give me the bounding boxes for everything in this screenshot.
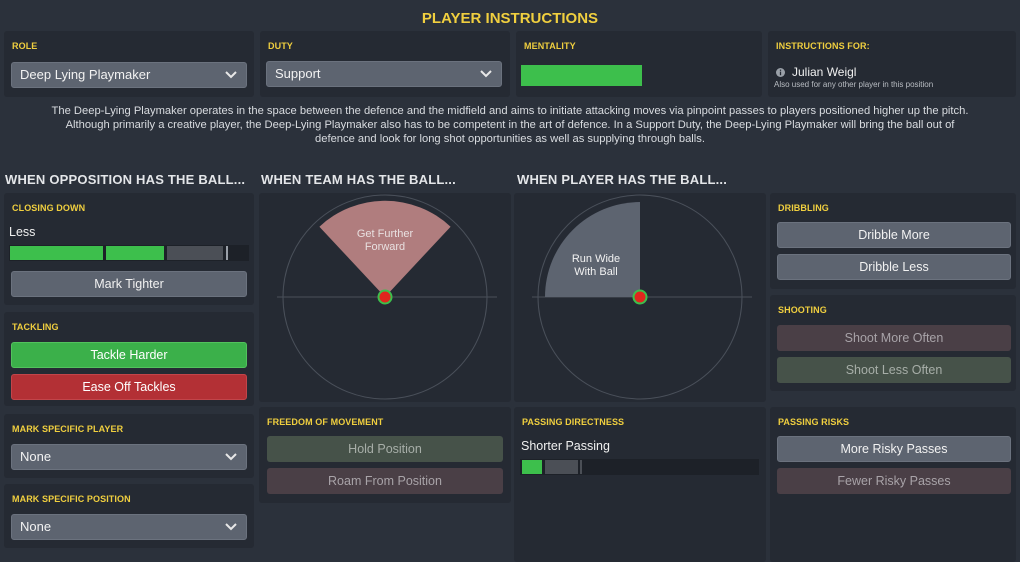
mark-player-value: None [20, 449, 52, 464]
mentality-bar-fill [521, 65, 642, 86]
mark-position-dropdown[interactable]: None [11, 514, 247, 540]
closing-down-value: Less [9, 225, 36, 239]
player-position-marker [632, 289, 648, 305]
chevron-down-icon [225, 453, 237, 461]
segment-label: Run Wide [572, 253, 620, 265]
mark-player-panel: MARK SPECIFIC PLAYER None [4, 414, 254, 478]
duty-header: DUTY [268, 41, 293, 51]
passing-directness-panel: PASSING DIRECTNESS Shorter Passing [514, 407, 766, 562]
instructions-note: Also used for any other player in this p… [774, 80, 934, 89]
role-panel: ROLE Deep Lying Playmaker [4, 31, 254, 97]
duty-value: Support [275, 66, 321, 81]
chevron-down-icon [225, 71, 237, 79]
tackling-panel: TACKLING Tackle Harder Ease Off Tackles [4, 312, 254, 406]
passing-directness-segment [522, 460, 542, 474]
passing-directness-slider[interactable] [520, 459, 759, 475]
role-value: Deep Lying Playmaker [20, 67, 151, 82]
more-risky-passes-button[interactable]: More Risky Passes [777, 436, 1011, 462]
role-description: The Deep-Lying Playmaker operates in the… [0, 104, 1020, 146]
player-position-marker [377, 289, 393, 305]
closing-down-segment [106, 246, 164, 260]
instructions-for-panel: INSTRUCTIONS FOR: Julian Weigl Also used… [768, 31, 1016, 97]
passing-risks-header: PASSING RISKS [778, 417, 850, 427]
passing-directness-value: Shorter Passing [521, 439, 610, 453]
roam-from-position-button[interactable]: Roam From Position [267, 468, 503, 494]
freedom-header: FREEDOM OF MOVEMENT [267, 417, 384, 427]
tackle-harder-button[interactable]: Tackle Harder [11, 342, 247, 368]
mentality-bar-track [521, 65, 741, 86]
description-line: Although primarily a creative player, th… [65, 119, 955, 131]
dribbling-panel: DRIBBLING Dribble More Dribble Less [770, 193, 1016, 289]
mark-player-header: MARK SPECIFIC PLAYER [12, 424, 124, 434]
segment-label: Get Further [357, 228, 414, 240]
player-radar-panel: Run Wide With Ball [514, 193, 766, 402]
dribble-more-button[interactable]: Dribble More [777, 222, 1011, 248]
role-header: ROLE [12, 41, 38, 51]
closing-down-panel: CLOSING DOWN Less Mark Tighter [4, 193, 254, 305]
role-dropdown[interactable]: Deep Lying Playmaker [11, 62, 247, 88]
shooting-panel: SHOOTING Shoot More Often Shoot Less Oft… [770, 295, 1016, 391]
segment-label: With Ball [574, 266, 617, 278]
hold-position-button[interactable]: Hold Position [267, 436, 503, 462]
run-wide-with-ball-segment[interactable] [545, 202, 640, 297]
dribbling-header: DRIBBLING [778, 203, 829, 213]
mark-position-header: MARK SPECIFIC POSITION [12, 494, 131, 504]
passing-directness-header: PASSING DIRECTNESS [522, 417, 625, 427]
shooting-header: SHOOTING [778, 305, 827, 315]
section-team-ball: WHEN TEAM HAS THE BALL... [261, 172, 456, 187]
chevron-down-icon [225, 523, 237, 531]
instructions-for-header: INSTRUCTIONS FOR: [776, 41, 870, 51]
team-movement-radar: Get Further Forward [277, 194, 497, 400]
mark-player-dropdown[interactable]: None [11, 444, 247, 470]
closing-down-segment [10, 246, 103, 260]
shoot-less-often-button[interactable]: Shoot Less Often [777, 357, 1011, 383]
closing-down-header: CLOSING DOWN [12, 203, 86, 213]
section-player-ball: WHEN PLAYER HAS THE BALL... [517, 172, 728, 187]
mark-position-value: None [20, 519, 52, 534]
closing-down-segment [226, 246, 228, 260]
info-icon [776, 68, 785, 77]
passing-directness-segment [580, 460, 582, 474]
shoot-more-often-button[interactable]: Shoot More Often [777, 325, 1011, 351]
mark-position-panel: MARK SPECIFIC POSITION None [4, 484, 254, 548]
chevron-down-icon [480, 70, 492, 78]
closing-down-segment [167, 246, 223, 260]
freedom-panel: FREEDOM OF MOVEMENT Hold Position Roam F… [259, 407, 511, 503]
team-radar-panel: Get Further Forward [259, 193, 511, 402]
mentality-panel: MENTALITY [516, 31, 762, 97]
dribble-less-button[interactable]: Dribble Less [777, 254, 1011, 280]
player-ball-radar: Run Wide With Ball [532, 194, 752, 400]
segment-label: Forward [365, 241, 405, 253]
fewer-risky-passes-button[interactable]: Fewer Risky Passes [777, 468, 1011, 494]
description-line: The Deep-Lying Playmaker operates in the… [51, 105, 969, 117]
duty-dropdown[interactable]: Support [266, 61, 502, 87]
mark-tighter-button[interactable]: Mark Tighter [11, 271, 247, 297]
ease-off-tackles-button[interactable]: Ease Off Tackles [11, 374, 247, 400]
description-line: defence and look for long shot opportuni… [315, 133, 705, 145]
player-name: Julian Weigl [792, 65, 857, 79]
passing-directness-segment [545, 460, 578, 474]
duty-panel: DUTY Support [260, 31, 510, 97]
passing-risks-panel: PASSING RISKS More Risky Passes Fewer Ri… [770, 407, 1016, 562]
section-opposition-ball: WHEN OPPOSITION HAS THE BALL... [5, 172, 246, 187]
tackling-header: TACKLING [12, 322, 59, 332]
mentality-header: MENTALITY [524, 41, 576, 51]
page-title: PLAYER INSTRUCTIONS [421, 10, 599, 27]
closing-down-slider[interactable] [9, 245, 249, 261]
